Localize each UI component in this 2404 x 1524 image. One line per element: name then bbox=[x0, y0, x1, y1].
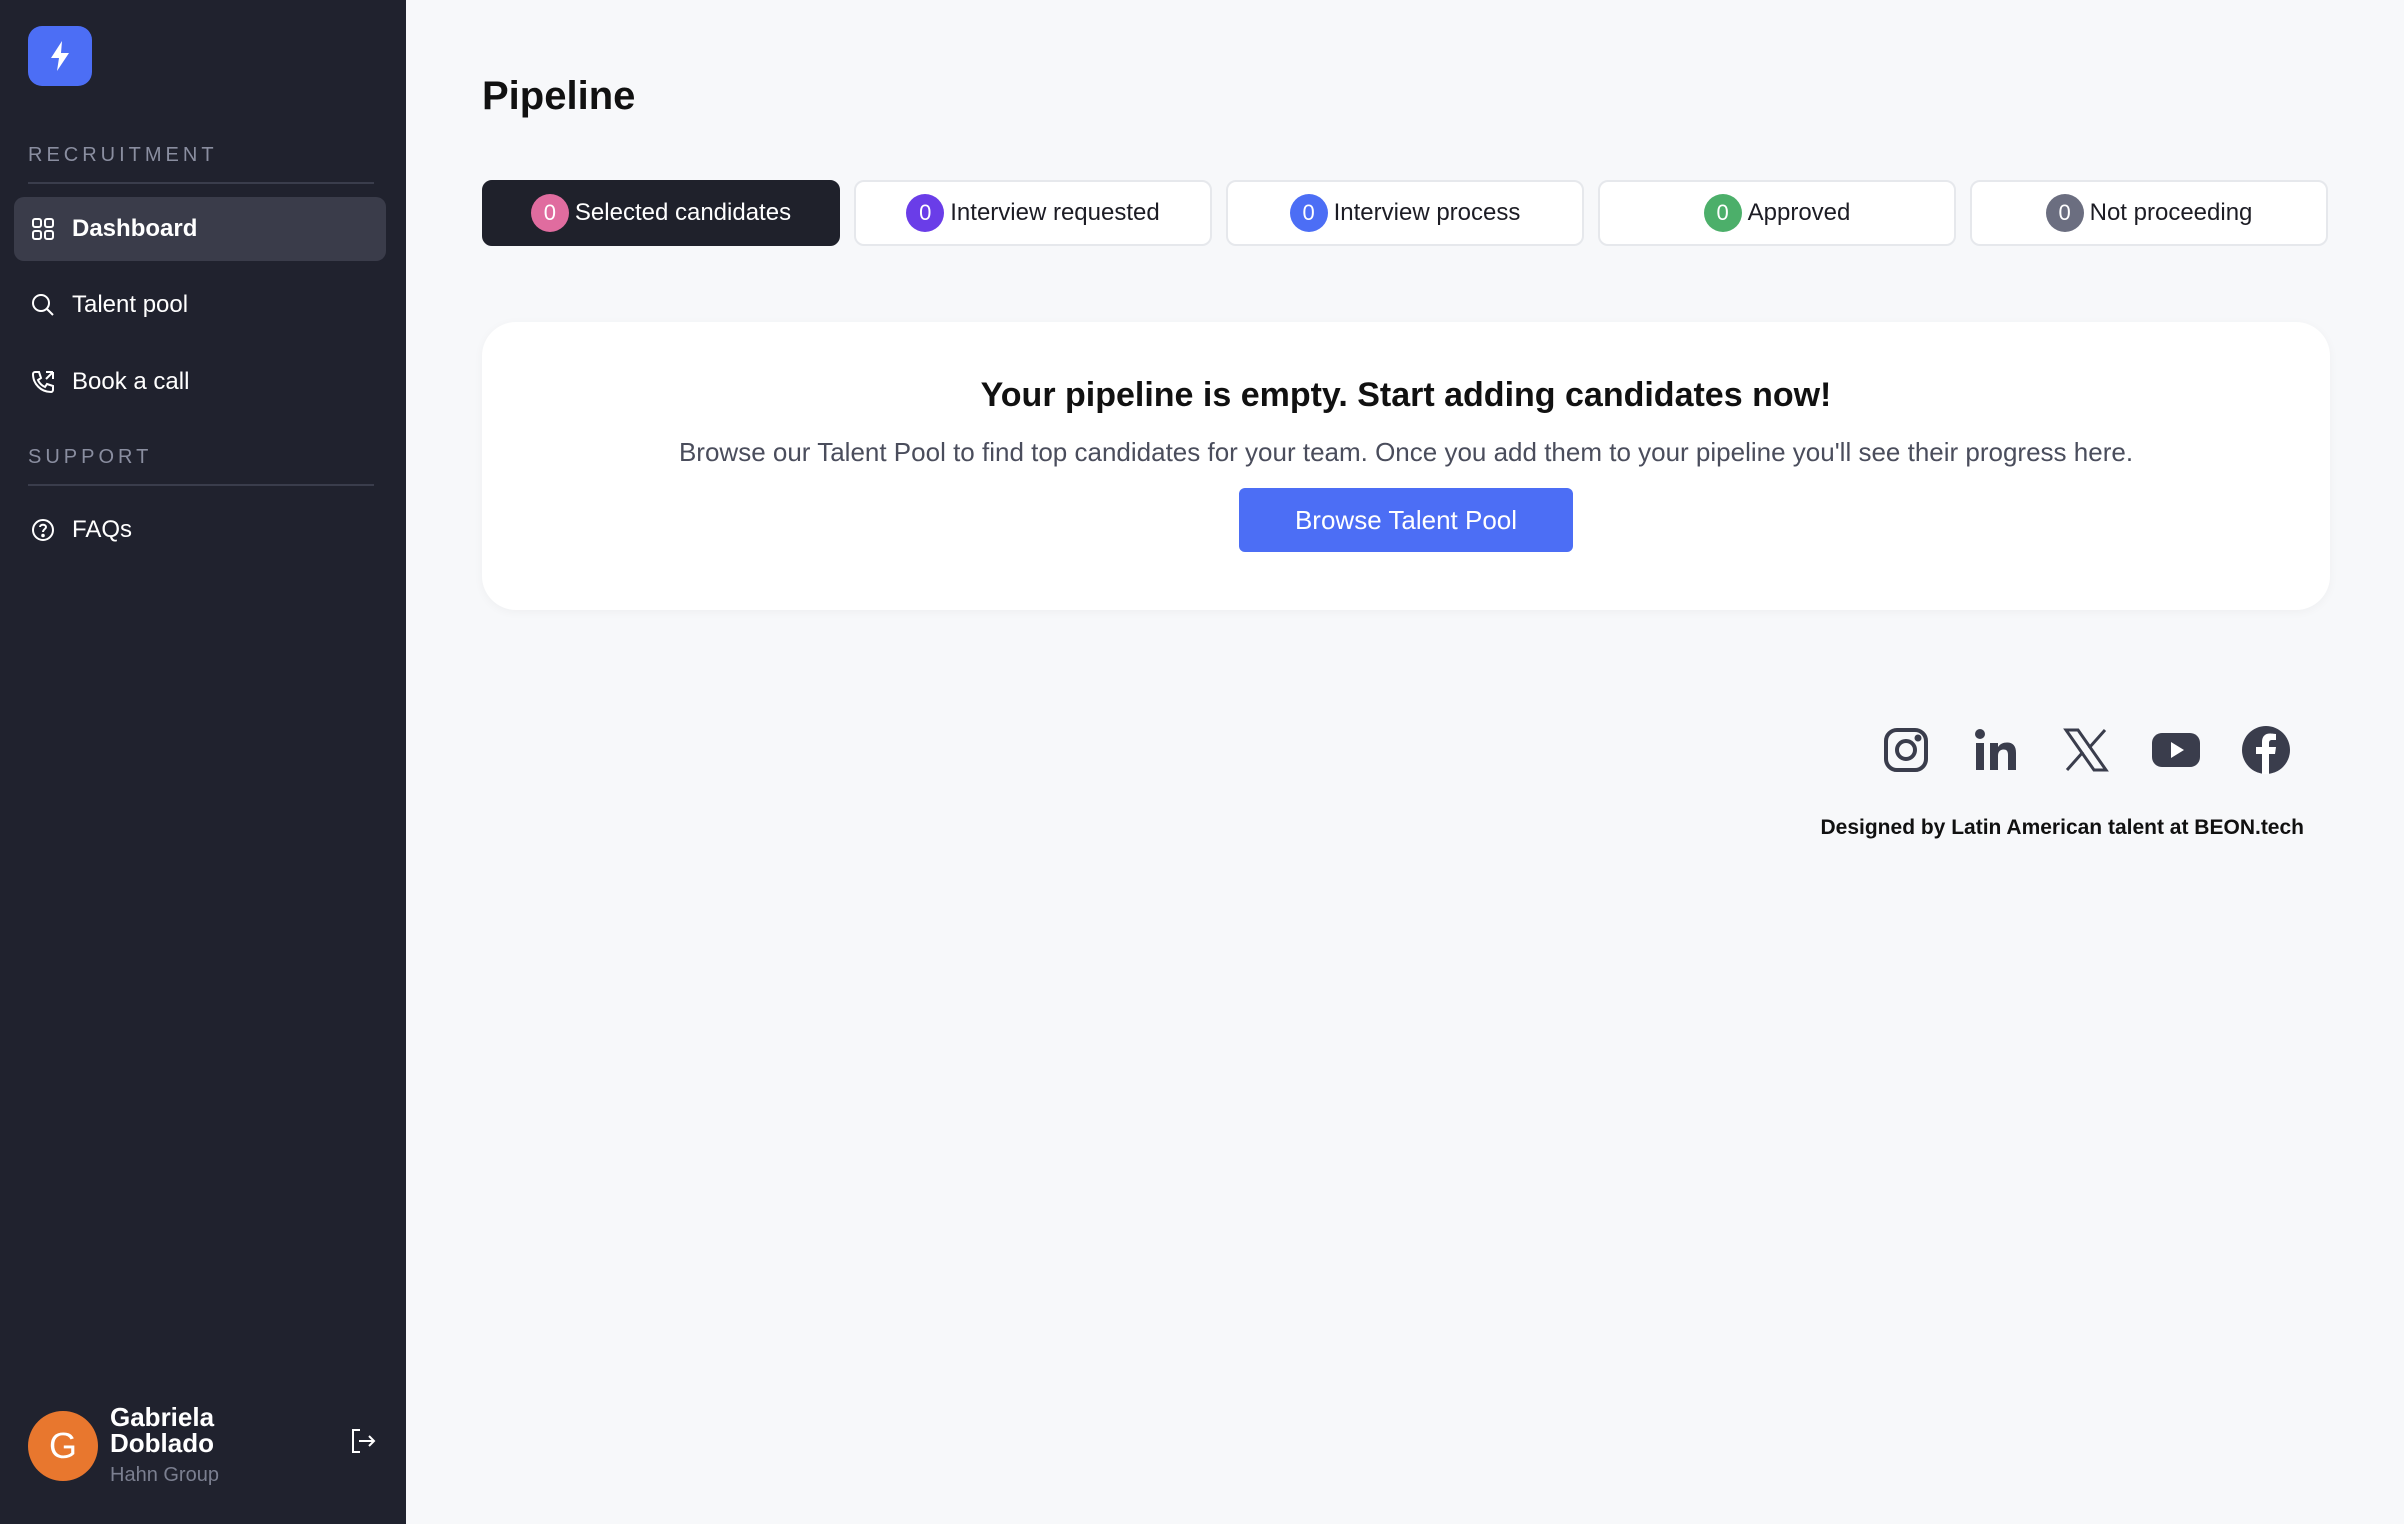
sidebar-item-faqs[interactable]: FAQs bbox=[14, 498, 386, 562]
empty-pipeline-card: Your pipeline is empty. Start adding can… bbox=[482, 322, 2330, 610]
sidebar-item-talent-pool[interactable]: Talent pool bbox=[14, 273, 386, 337]
count-badge: 0 bbox=[530, 194, 569, 232]
facebook-icon bbox=[2242, 726, 2290, 774]
instagram-link[interactable] bbox=[1878, 722, 1934, 778]
phone-icon bbox=[30, 369, 56, 395]
main-content: Pipeline 0 Selected candidates 0 Intervi… bbox=[406, 0, 2404, 1524]
tab-label: Not proceeding bbox=[2089, 199, 2253, 226]
logout-icon bbox=[352, 1429, 376, 1453]
user-name: Gabriela Doblado bbox=[110, 1402, 215, 1458]
avatar: G bbox=[28, 1410, 98, 1481]
tab-not-proceeding[interactable]: 0 Not proceeding bbox=[1970, 180, 2328, 246]
empty-title: Your pipeline is empty. Start adding can… bbox=[980, 376, 1832, 414]
tab-label: Selected candidates bbox=[574, 199, 792, 226]
tab-approved[interactable]: 0 Approved bbox=[1598, 180, 1956, 246]
app-logo[interactable] bbox=[28, 26, 92, 86]
linkedin-icon bbox=[1975, 729, 2016, 770]
logout-button[interactable] bbox=[348, 1426, 378, 1456]
social-links bbox=[1878, 722, 2294, 778]
count-badge: 0 bbox=[906, 194, 945, 232]
linkedin-link[interactable] bbox=[1968, 722, 2024, 778]
tab-interview-process[interactable]: 0 Interview process bbox=[1226, 180, 1584, 246]
tab-label: Approved bbox=[1747, 199, 1851, 226]
divider bbox=[28, 484, 374, 486]
sidebar-item-label: Talent pool bbox=[72, 291, 189, 318]
help-circle-icon bbox=[30, 517, 56, 543]
sidebar-item-label: Book a call bbox=[72, 368, 190, 395]
x-link[interactable] bbox=[2058, 722, 2114, 778]
tab-selected-candidates[interactable]: 0 Selected candidates bbox=[482, 180, 840, 246]
tab-interview-requested[interactable]: 0 Interview requested bbox=[854, 180, 1212, 246]
sidebar: RECRUITMENT Dashboard Talent pool Book a… bbox=[0, 0, 406, 1524]
sidebar-item-book-a-call[interactable]: Book a call bbox=[14, 350, 386, 414]
youtube-icon bbox=[2152, 733, 2200, 767]
sidebar-item-dashboard[interactable]: Dashboard bbox=[14, 197, 386, 261]
section-title-recruitment: RECRUITMENT bbox=[28, 144, 218, 166]
lightning-icon bbox=[51, 41, 69, 71]
count-badge: 0 bbox=[2045, 194, 2084, 232]
search-icon bbox=[30, 292, 56, 318]
tab-label: Interview process bbox=[1333, 199, 1521, 226]
user-profile: G Gabriela Doblado Hahn Group bbox=[28, 1404, 378, 1487]
tab-label: Interview requested bbox=[950, 199, 1160, 226]
count-badge: 0 bbox=[1703, 194, 1742, 232]
grid-icon bbox=[30, 216, 56, 242]
count-badge: 0 bbox=[1289, 194, 1328, 232]
sidebar-item-label: FAQs bbox=[72, 516, 133, 543]
divider bbox=[28, 182, 374, 184]
youtube-link[interactable] bbox=[2148, 722, 2204, 778]
empty-description: Browse our Talent Pool to find top candi… bbox=[678, 437, 2134, 467]
page-title: Pipeline bbox=[482, 74, 636, 118]
user-company: Hahn Group bbox=[110, 1464, 219, 1486]
facebook-link[interactable] bbox=[2238, 722, 2294, 778]
x-icon bbox=[2063, 728, 2109, 772]
pipeline-tabs: 0 Selected candidates 0 Interview reques… bbox=[482, 180, 2328, 246]
section-title-support: SUPPORT bbox=[28, 446, 153, 468]
browse-talent-pool-button[interactable]: Browse Talent Pool bbox=[1239, 488, 1573, 552]
instagram-icon bbox=[1884, 728, 1928, 772]
sidebar-item-label: Dashboard bbox=[72, 215, 198, 242]
footer-credit: Designed by Latin American talent at BEO… bbox=[1820, 816, 2305, 839]
